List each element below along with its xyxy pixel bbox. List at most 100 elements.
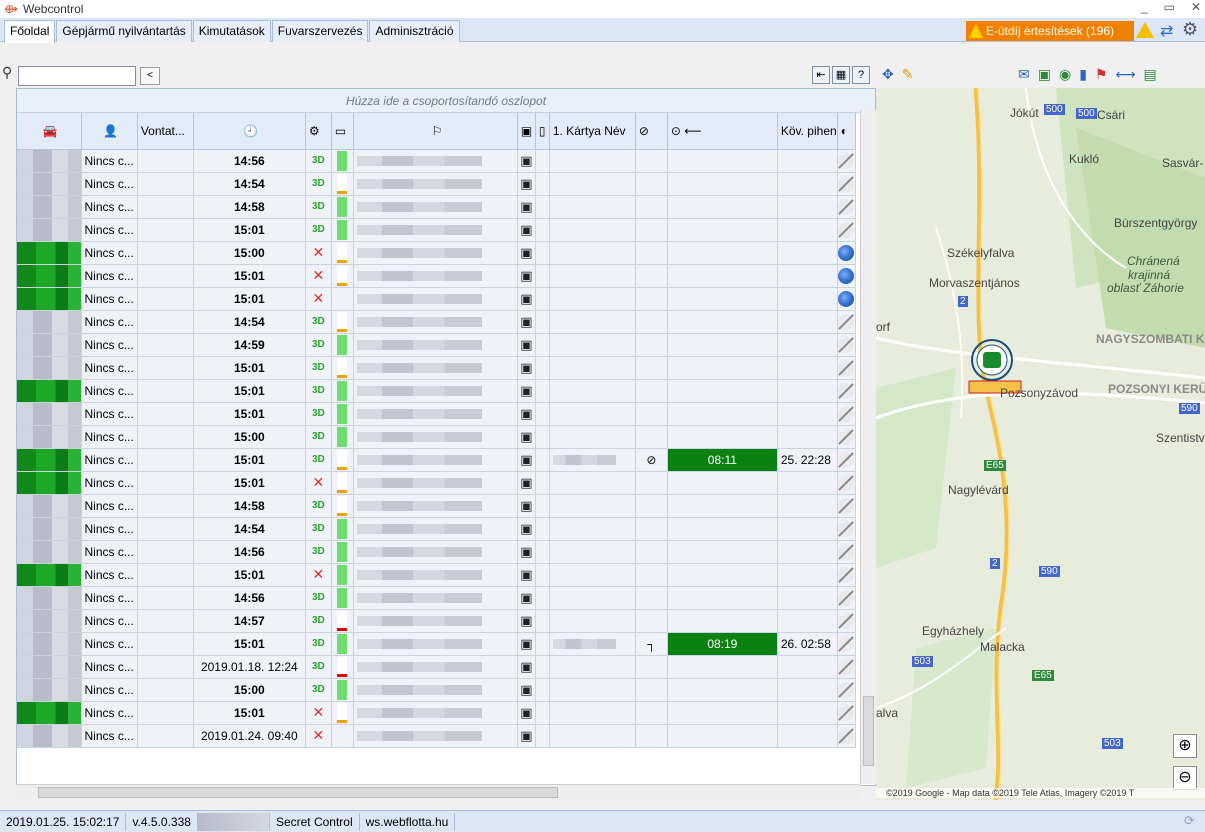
vehicle-cell[interactable] bbox=[17, 149, 82, 173]
globe-cell[interactable] bbox=[837, 494, 856, 518]
vehicle-cell[interactable] bbox=[17, 724, 82, 748]
vehicle-cell[interactable] bbox=[17, 195, 82, 219]
vehicle-cell[interactable] bbox=[17, 425, 82, 449]
vehicle-cell[interactable] bbox=[17, 287, 82, 311]
table-row[interactable]: Nincs c... 2019.01.18. 12:24 3D ▣ bbox=[17, 655, 856, 679]
table-row[interactable]: Nincs c... 14:54 3D ▣ bbox=[17, 517, 856, 541]
vehicle-cell[interactable] bbox=[17, 678, 82, 702]
table-row[interactable]: Nincs c... 15:01 ✕ ▣ bbox=[17, 264, 856, 288]
driver-column-header[interactable]: 👤 bbox=[81, 113, 138, 150]
collapse-button[interactable]: < bbox=[140, 67, 160, 85]
vehicle-cell[interactable] bbox=[17, 586, 82, 610]
table-row[interactable]: Nincs c... 15:01 ✕ ▣ bbox=[17, 471, 856, 495]
pan-icon[interactable]: ✥ bbox=[882, 66, 894, 83]
globe-cell[interactable] bbox=[837, 379, 856, 403]
table-row[interactable]: Nincs c... 15:01 3D ▣ bbox=[17, 218, 856, 242]
vehicle-cell[interactable] bbox=[17, 632, 82, 656]
globe-cell[interactable] bbox=[837, 724, 856, 748]
calendar-icon[interactable]: ▣ bbox=[1038, 66, 1051, 83]
drive-time-column-header[interactable]: ⊙ ⟵ bbox=[667, 113, 778, 150]
truck-marker-icon[interactable] bbox=[983, 352, 1001, 368]
vehicle-cell[interactable] bbox=[17, 540, 82, 564]
vehicle-cell[interactable] bbox=[17, 241, 82, 265]
zoom-in-button[interactable]: ⊕ bbox=[1173, 734, 1197, 758]
globe-cell[interactable] bbox=[837, 563, 856, 587]
globe-cell[interactable] bbox=[837, 448, 856, 472]
vehicle-cell[interactable] bbox=[17, 609, 82, 633]
globe-cell[interactable] bbox=[837, 402, 856, 426]
tab-item[interactable]: Kimutatások bbox=[192, 20, 271, 42]
table-row[interactable]: Nincs c... 15:01 3D ▣ ┐ 08:19 26. 02:58 bbox=[17, 632, 856, 656]
globe-cell[interactable] bbox=[837, 655, 856, 679]
gps-column-header[interactable]: ⚙ bbox=[305, 113, 332, 150]
vehicle-cell[interactable] bbox=[17, 471, 82, 495]
globe-cell[interactable] bbox=[837, 701, 856, 725]
globe-cell[interactable] bbox=[837, 471, 856, 495]
table-row[interactable]: Nincs c... 15:01 ✕ ▣ bbox=[17, 287, 856, 311]
table-row[interactable]: Nincs c... 14:59 3D ▣ bbox=[17, 333, 856, 357]
table-row[interactable]: Nincs c... 14:56 3D ▣ bbox=[17, 540, 856, 564]
table-row[interactable]: Nincs c... 14:58 3D ▣ bbox=[17, 195, 856, 219]
card-name-column-header[interactable]: 1. Kártya Név bbox=[549, 113, 636, 150]
globe-cell[interactable] bbox=[837, 218, 856, 242]
table-row[interactable]: Nincs c... 15:00 3D ▣ bbox=[17, 678, 856, 702]
next-rest-column-header[interactable]: Köv. pihen bbox=[777, 113, 838, 150]
table-row[interactable]: Nincs c... 15:01 3D ▣ bbox=[17, 356, 856, 380]
tab-item[interactable]: Fuvarszervezés bbox=[271, 20, 369, 42]
refresh-icon[interactable]: ⇄ bbox=[1160, 21, 1173, 41]
globe-cell[interactable] bbox=[837, 333, 856, 357]
table-row[interactable]: Nincs c... 14:58 3D ▣ bbox=[17, 494, 856, 518]
eutdij-notification-button[interactable]: E-útdíj értesítések (196) bbox=[966, 21, 1134, 41]
table-row[interactable]: Nincs c... 14:56 3D ▣ bbox=[17, 149, 856, 173]
vehicle-cell[interactable] bbox=[17, 333, 82, 357]
table-row[interactable]: Nincs c... 2019.01.24. 09:40 ✕ ▣ bbox=[17, 724, 856, 748]
truck-list-icon[interactable]: ▤ bbox=[1144, 66, 1157, 83]
table-row[interactable]: Nincs c... 15:01 ✕ ▣ bbox=[17, 563, 856, 587]
link-icon[interactable]: ⟷ bbox=[1115, 66, 1135, 83]
group-by-drop-zone[interactable]: Húzza ide a csoportosítandó oszlopot bbox=[17, 89, 875, 113]
globe-cell[interactable] bbox=[837, 356, 856, 380]
globe-cell[interactable] bbox=[837, 517, 856, 541]
globe-cell[interactable] bbox=[837, 678, 856, 702]
vehicle-column-header[interactable]: 🚘 bbox=[17, 113, 82, 150]
columns-icon[interactable]: ▦ bbox=[832, 66, 850, 84]
table-row[interactable]: Nincs c... 15:01 3D ▣ bbox=[17, 402, 856, 426]
help-icon[interactable]: ? bbox=[852, 66, 870, 84]
table-row[interactable]: Nincs c... 15:00 3D ▣ bbox=[17, 425, 856, 449]
vehicle-cell[interactable] bbox=[17, 379, 82, 403]
globe-cell[interactable] bbox=[837, 310, 856, 334]
close-icon[interactable]: ✕ bbox=[1191, 0, 1201, 14]
minimize-icon[interactable]: _ bbox=[1141, 0, 1148, 14]
table-row[interactable]: Nincs c... 15:00 ✕ ▣ bbox=[17, 241, 856, 265]
scroll-thumb[interactable] bbox=[863, 696, 874, 766]
search-input[interactable] bbox=[18, 66, 136, 86]
trailer-column-header[interactable]: Vontat... bbox=[137, 113, 194, 150]
tab-item[interactable]: Gépjármű nyilvántartás bbox=[56, 20, 192, 42]
warning-icon[interactable] bbox=[1136, 22, 1154, 38]
vertical-scrollbar[interactable] bbox=[860, 110, 876, 784]
vehicle-cell[interactable] bbox=[17, 310, 82, 334]
globe-cell[interactable] bbox=[837, 287, 856, 311]
table-row[interactable]: Nincs c... 14:54 3D ▣ bbox=[17, 310, 856, 334]
fuel-column-header[interactable]: ▭ bbox=[331, 113, 354, 150]
globe-cell[interactable] bbox=[837, 264, 856, 288]
chart-icon[interactable]: ▮ bbox=[1079, 66, 1087, 83]
time-column-header[interactable]: 🕘 bbox=[193, 113, 306, 150]
gear-icon[interactable]: ⚙ bbox=[1182, 19, 1198, 40]
vehicle-cell[interactable] bbox=[17, 218, 82, 242]
maximize-icon[interactable]: ▭ bbox=[1164, 0, 1175, 14]
table-row[interactable]: Nincs c... 15:01 3D ▣ bbox=[17, 379, 856, 403]
horizontal-scrollbar[interactable] bbox=[16, 784, 860, 800]
location-column-header[interactable]: ⚐ bbox=[353, 113, 518, 150]
activity-column-header[interactable]: ⊘ bbox=[635, 113, 668, 150]
vehicle-cell[interactable] bbox=[17, 494, 82, 518]
table-row[interactable]: Nincs c... 15:01 3D ▣ ⊘ 08:11 25. 22:28 bbox=[17, 448, 856, 472]
table-row[interactable]: Nincs c... 14:56 3D ▣ bbox=[17, 586, 856, 610]
map-view[interactable]: Jókút Csári Kukló Sasvár- Búrszentgyörgy Szék… bbox=[876, 88, 1205, 800]
route-icon[interactable]: ⚑ bbox=[1095, 66, 1108, 83]
globe-cell[interactable] bbox=[837, 632, 856, 656]
vehicle-cell[interactable] bbox=[17, 356, 82, 380]
globe-cell[interactable] bbox=[837, 609, 856, 633]
scroll-thumb[interactable] bbox=[38, 787, 558, 798]
globe-cell[interactable] bbox=[837, 241, 856, 265]
